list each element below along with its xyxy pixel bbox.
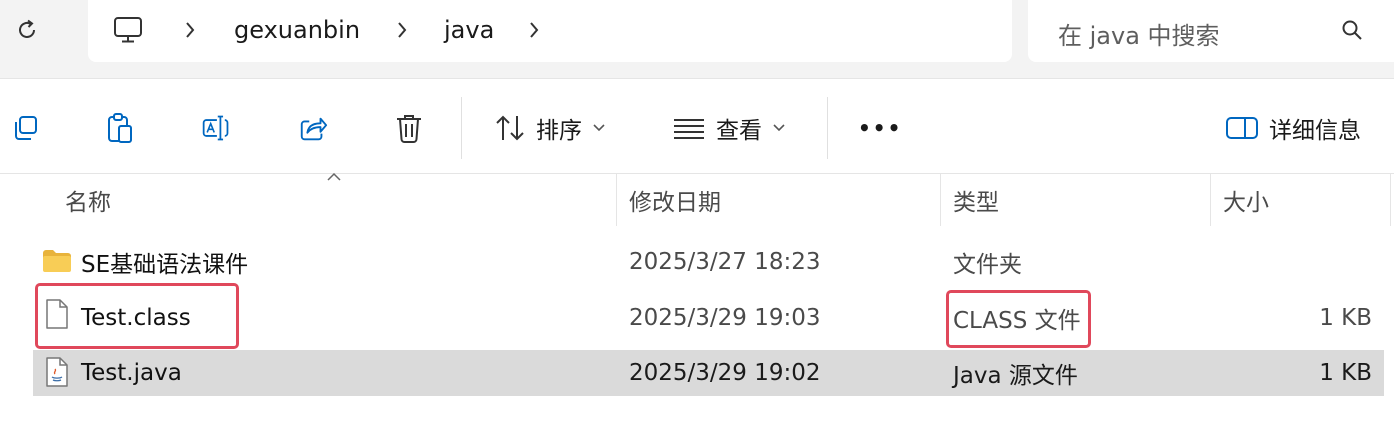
file-size: 1 KB xyxy=(1319,305,1372,331)
copy-button[interactable] xyxy=(10,113,40,143)
breadcrumb-item-gexuanbin[interactable]: gexuanbin xyxy=(234,16,360,44)
highlight-box-filename xyxy=(35,283,239,349)
chevron-right-icon[interactable] xyxy=(528,20,540,40)
share-icon xyxy=(300,117,328,141)
column-divider[interactable] xyxy=(1210,174,1211,226)
column-header-size[interactable]: 大小 xyxy=(1223,174,1269,226)
command-bar: 排序 查看 ••• 详细信息 xyxy=(0,79,1394,173)
computer-icon[interactable] xyxy=(112,14,144,46)
sort-label: 排序 xyxy=(536,118,582,144)
details-pane-label: 详细信息 xyxy=(1269,118,1361,144)
details-pane-button[interactable]: 详细信息 xyxy=(1225,109,1361,147)
highlight-box-filetype xyxy=(946,290,1091,348)
file-date: 2025/3/27 18:23 xyxy=(629,249,821,275)
chevron-down-icon xyxy=(593,124,605,132)
chevron-down-icon xyxy=(773,124,785,132)
details-pane-icon xyxy=(1226,117,1258,139)
search-icon[interactable] xyxy=(1340,18,1364,42)
copy-icon xyxy=(15,116,37,140)
rename-button[interactable] xyxy=(201,113,231,143)
sort-button[interactable]: 排序 xyxy=(494,109,606,147)
more-options-button[interactable]: ••• xyxy=(858,109,902,147)
search-box[interactable]: 在 java 中搜索 xyxy=(1028,0,1394,62)
refresh-button[interactable] xyxy=(12,14,42,46)
column-header-date[interactable]: 修改日期 xyxy=(629,174,721,226)
file-name[interactable]: Test.java xyxy=(81,350,182,396)
search-input[interactable]: 在 java 中搜索 xyxy=(1058,16,1220,51)
file-date: 2025/3/29 19:02 xyxy=(629,360,821,386)
chevron-right-icon[interactable] xyxy=(184,20,196,40)
paste-icon xyxy=(108,113,132,143)
column-divider[interactable] xyxy=(616,174,617,226)
sort-ascending-indicator-icon xyxy=(327,172,341,181)
address-bar-area: gexuanbin java 在 java 中搜索 xyxy=(0,0,1394,78)
column-header-name[interactable]: 名称 xyxy=(65,174,111,226)
view-button[interactable]: 查看 xyxy=(672,109,786,147)
file-row-java[interactable]: Test.java 2025/3/29 19:02 Java 源文件 1 KB xyxy=(33,350,1384,396)
toolbar-divider xyxy=(827,97,828,159)
chevron-right-icon[interactable] xyxy=(396,20,408,40)
toolbar-divider xyxy=(461,97,462,159)
file-type: Java 源文件 xyxy=(953,363,1078,389)
more-icon: ••• xyxy=(858,116,903,140)
column-header-type[interactable]: 类型 xyxy=(953,174,999,226)
delete-icon xyxy=(397,115,421,143)
paste-button[interactable] xyxy=(105,113,135,143)
folder-icon xyxy=(43,250,71,272)
file-size: 1 KB xyxy=(1319,360,1372,386)
breadcrumb-item-java[interactable]: java xyxy=(444,16,494,44)
view-list-icon xyxy=(674,119,704,139)
rename-icon xyxy=(202,115,229,141)
breadcrumb[interactable]: gexuanbin java xyxy=(88,0,1012,62)
column-header-row: 名称 修改日期 类型 大小 xyxy=(0,172,1394,226)
file-type: 文件夹 xyxy=(953,252,1022,278)
file-row-folder[interactable]: SE基础语法课件 2025/3/27 18:23 文件夹 xyxy=(33,239,1384,285)
view-label: 查看 xyxy=(716,118,762,144)
refresh-icon xyxy=(19,19,35,38)
share-button[interactable] xyxy=(298,113,328,143)
java-file-icon xyxy=(46,357,68,387)
file-date: 2025/3/29 19:03 xyxy=(629,305,821,331)
column-divider[interactable] xyxy=(1390,174,1391,226)
file-name[interactable]: SE基础语法课件 xyxy=(81,239,248,285)
delete-button[interactable] xyxy=(394,113,424,143)
sort-icon xyxy=(496,115,524,141)
column-divider[interactable] xyxy=(940,174,941,226)
